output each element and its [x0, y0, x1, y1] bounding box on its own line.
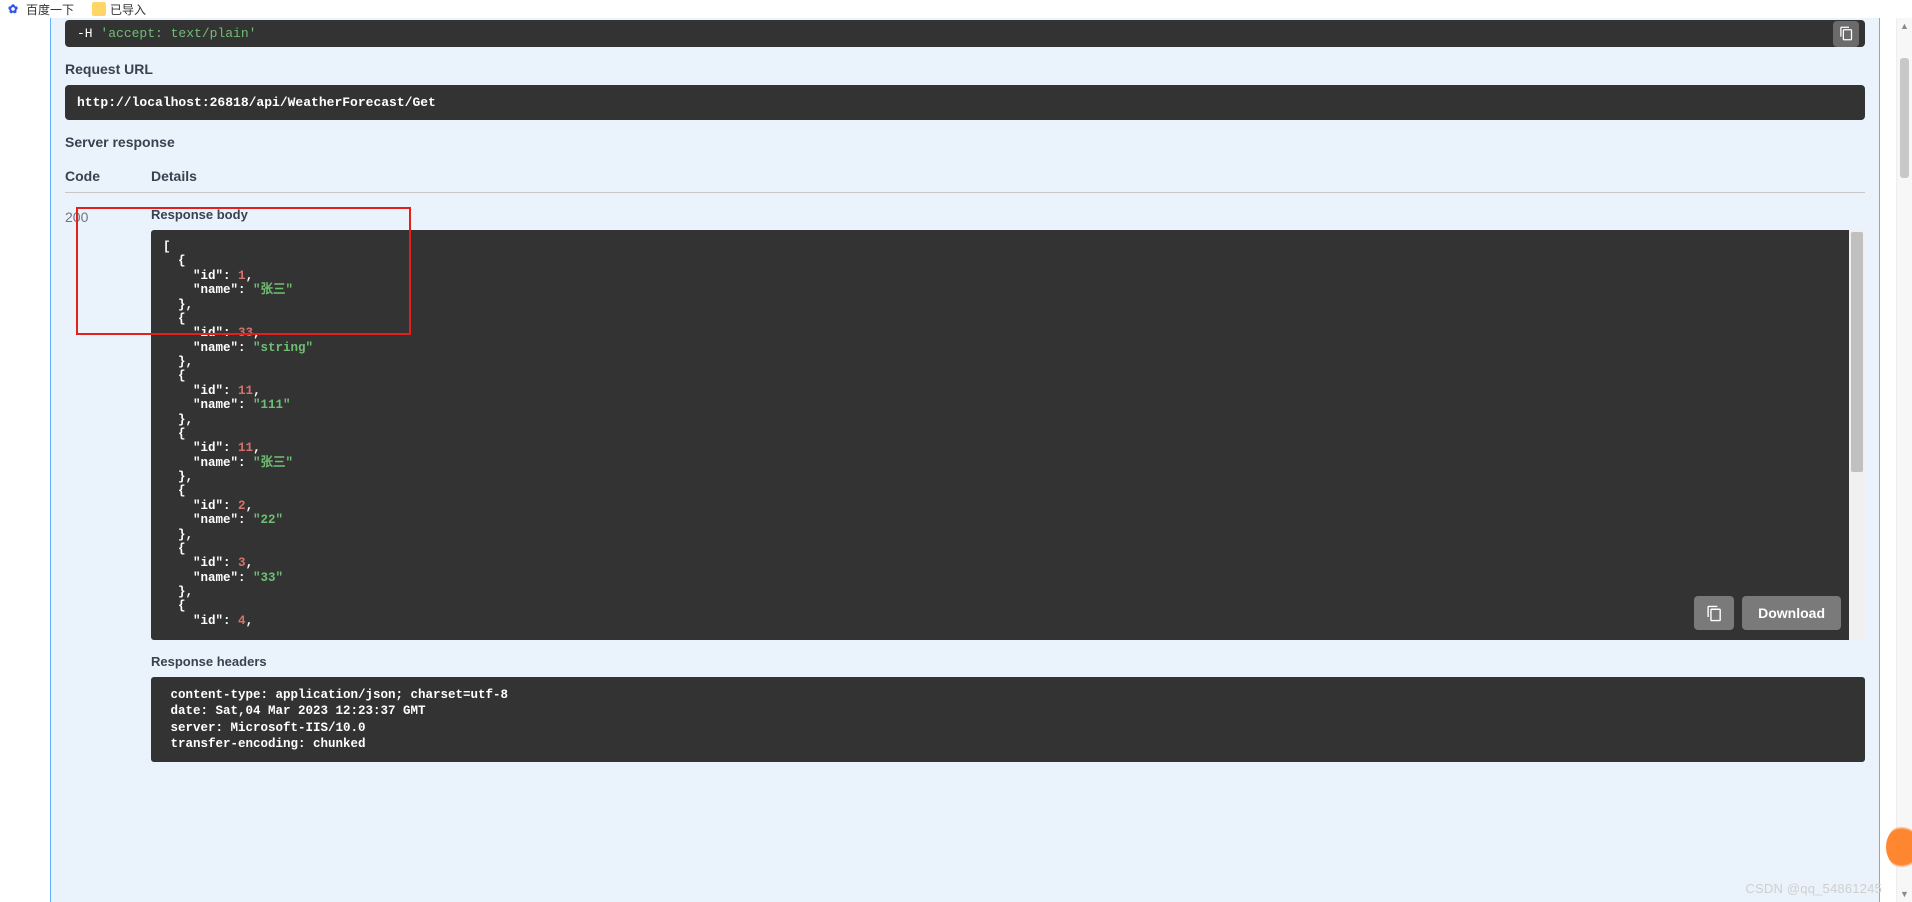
column-details: Details: [151, 168, 197, 184]
status-code: 200: [65, 207, 151, 762]
page-scrollbar[interactable]: ▲ ▼: [1896, 18, 1912, 902]
response-headers-title: Response headers: [151, 654, 1865, 669]
curl-flag: -H: [77, 26, 93, 41]
request-url-title: Request URL: [65, 61, 1865, 77]
curl-snippet: -H 'accept: text/plain': [65, 20, 1865, 47]
scrollbar-thumb[interactable]: [1851, 232, 1863, 472]
side-widget[interactable]: [1886, 822, 1912, 872]
response-row: 200 Response body [ { "id": 1, "name": "…: [65, 207, 1865, 762]
watermark: CSDN @qq_54861245: [1745, 881, 1882, 896]
copy-curl-button[interactable]: [1833, 21, 1859, 47]
copy-response-button[interactable]: [1694, 596, 1734, 630]
folder-icon: [92, 2, 106, 16]
server-response-title: Server response: [65, 134, 1865, 150]
bookmark-label: 已导入: [110, 1, 146, 18]
response-body-container: [ { "id": 1, "name": "张三" }, { "id": 33,…: [151, 230, 1865, 640]
page-scrollbar-thumb[interactable]: [1900, 58, 1909, 178]
clipboard-icon: [1706, 605, 1723, 622]
response-actions: Download: [1694, 596, 1841, 630]
response-scrollbar[interactable]: [1849, 230, 1865, 640]
scroll-up-arrow[interactable]: ▲: [1897, 18, 1912, 34]
download-button[interactable]: Download: [1742, 596, 1841, 630]
left-margin: [0, 18, 50, 902]
response-headers-content: content-type: application/json; charset=…: [151, 677, 1865, 762]
baidu-icon: ✿: [8, 2, 22, 16]
bookmark-bar: ✿ 百度一下 已导入: [0, 0, 1912, 18]
page-content: -H 'accept: text/plain' Request URL http…: [0, 18, 1912, 902]
request-url-value: http://localhost:26818/api/WeatherForeca…: [65, 85, 1865, 120]
bookmark-label: 百度一下: [26, 1, 74, 18]
response-table-header: Code Details: [65, 158, 1865, 193]
bookmark-imported[interactable]: 已导入: [92, 1, 146, 18]
response-body-content[interactable]: [ { "id": 1, "name": "张三" }, { "id": 33,…: [151, 230, 1849, 640]
scroll-down-arrow[interactable]: ▼: [1897, 886, 1912, 902]
clipboard-icon: [1839, 26, 1854, 41]
bookmark-baidu[interactable]: ✿ 百度一下: [8, 1, 74, 18]
response-body-title: Response body: [151, 207, 1865, 222]
operation-block: -H 'accept: text/plain' Request URL http…: [50, 18, 1880, 902]
curl-value: 'accept: text/plain': [100, 26, 256, 41]
response-details: Response body [ { "id": 1, "name": "张三" …: [151, 207, 1865, 762]
column-code: Code: [65, 168, 151, 184]
